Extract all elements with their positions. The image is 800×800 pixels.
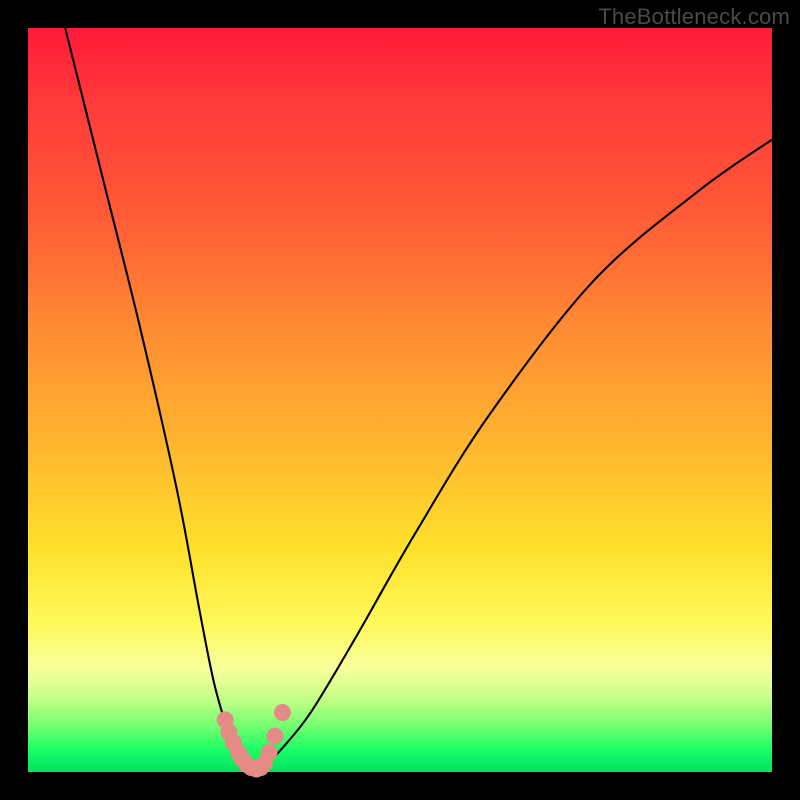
chart-svg bbox=[28, 28, 772, 772]
marker-point bbox=[261, 744, 278, 761]
chart-frame: TheBottleneck.com bbox=[0, 0, 800, 800]
plot-area bbox=[28, 28, 772, 772]
bottleneck-curve bbox=[65, 28, 772, 773]
marker-point bbox=[267, 728, 284, 745]
attribution-text: TheBottleneck.com bbox=[598, 4, 790, 30]
marker-point bbox=[274, 704, 291, 721]
marker-group bbox=[217, 704, 291, 778]
